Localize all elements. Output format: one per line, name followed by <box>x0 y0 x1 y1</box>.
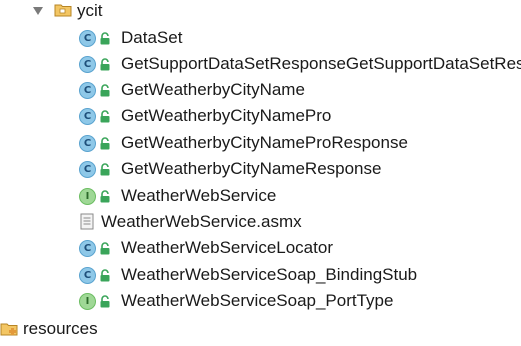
tree-item-weatherwebservicesoap-porttype[interactable]: I WeatherWebServiceSoap_PortType <box>0 288 521 314</box>
lock-icon <box>100 110 110 123</box>
lock-icon <box>100 295 110 308</box>
tree-item-weatherwebservice[interactable]: I WeatherWebService <box>0 183 521 209</box>
lock-icon <box>100 58 110 71</box>
tree-item-label: WeatherWebServiceSoap_BindingStub <box>121 265 418 284</box>
expand-arrow-icon[interactable] <box>33 7 43 15</box>
lock-icon <box>100 163 110 176</box>
project-tree: ycit C DataSet C GetSupportDataSetRespon… <box>0 0 521 346</box>
tree-item-weatherwebservice-asmx[interactable]: WeatherWebService.asmx <box>0 209 521 235</box>
class-icon: C <box>79 30 96 47</box>
tree-item-label: WeatherWebServiceSoap_PortType <box>121 291 394 310</box>
lock-icon <box>100 84 110 97</box>
tree-item-label: GetWeatherbyCityName <box>121 80 305 99</box>
file-icon <box>80 213 94 230</box>
tree-item-weatherwebservicelocator[interactable]: C WeatherWebServiceLocator <box>0 235 521 261</box>
tree-node-ycit[interactable]: ycit <box>0 0 521 24</box>
package-folder-icon <box>54 4 72 17</box>
interface-icon: I <box>79 293 96 310</box>
tree-item-label: GetWeatherbyCityNamePro <box>121 106 332 125</box>
tree-item-weatherwebservicesoap-bindingstub[interactable]: C WeatherWebServiceSoap_BindingStub <box>0 262 521 288</box>
tree-item-label: WeatherWebService.asmx <box>101 212 302 231</box>
tree-item-getweatherbycitynamepro[interactable]: C GetWeatherbyCityNamePro <box>0 103 521 129</box>
lock-icon <box>100 190 110 203</box>
tree-node-label: ycit <box>77 1 103 20</box>
tree-item-getweatherbycityname[interactable]: C GetWeatherbyCityName <box>0 77 521 103</box>
lock-icon <box>100 242 110 255</box>
tree-item-getweatherbycitynameproresponse[interactable]: C GetWeatherbyCityNameProResponse <box>0 130 521 156</box>
class-icon: C <box>79 108 96 125</box>
tree-item-label: WeatherWebService <box>121 186 277 205</box>
lock-icon <box>100 269 110 282</box>
class-icon: C <box>79 240 96 257</box>
tree-node-label: resources <box>23 319 98 338</box>
tree-item-label: GetWeatherbyCityNameResponse <box>121 159 382 178</box>
lock-icon <box>100 137 110 150</box>
class-icon: C <box>79 82 96 99</box>
class-icon: C <box>79 135 96 152</box>
tree-item-label: WeatherWebServiceLocator <box>121 238 333 257</box>
tree-item-label: GetWeatherbyCityNameProResponse <box>121 133 408 152</box>
tree-item-label: GetSupportDataSetResponseGetSupportDataS… <box>121 54 521 73</box>
tree-item-getsupportdatasetresponse[interactable]: C GetSupportDataSetResponseGetSupportDat… <box>0 51 521 77</box>
tree-item-dataset[interactable]: C DataSet <box>0 25 521 51</box>
tree-item-label: DataSet <box>121 28 183 47</box>
tree-item-getweatherbycitynameresponse[interactable]: C GetWeatherbyCityNameResponse <box>0 156 521 182</box>
interface-icon: I <box>79 188 96 205</box>
tree-node-resources[interactable]: resources <box>0 316 521 342</box>
resources-folder-icon <box>0 323 18 336</box>
lock-icon <box>100 32 110 45</box>
class-icon: C <box>79 56 96 73</box>
class-icon: C <box>79 161 96 178</box>
class-icon: C <box>79 267 96 284</box>
